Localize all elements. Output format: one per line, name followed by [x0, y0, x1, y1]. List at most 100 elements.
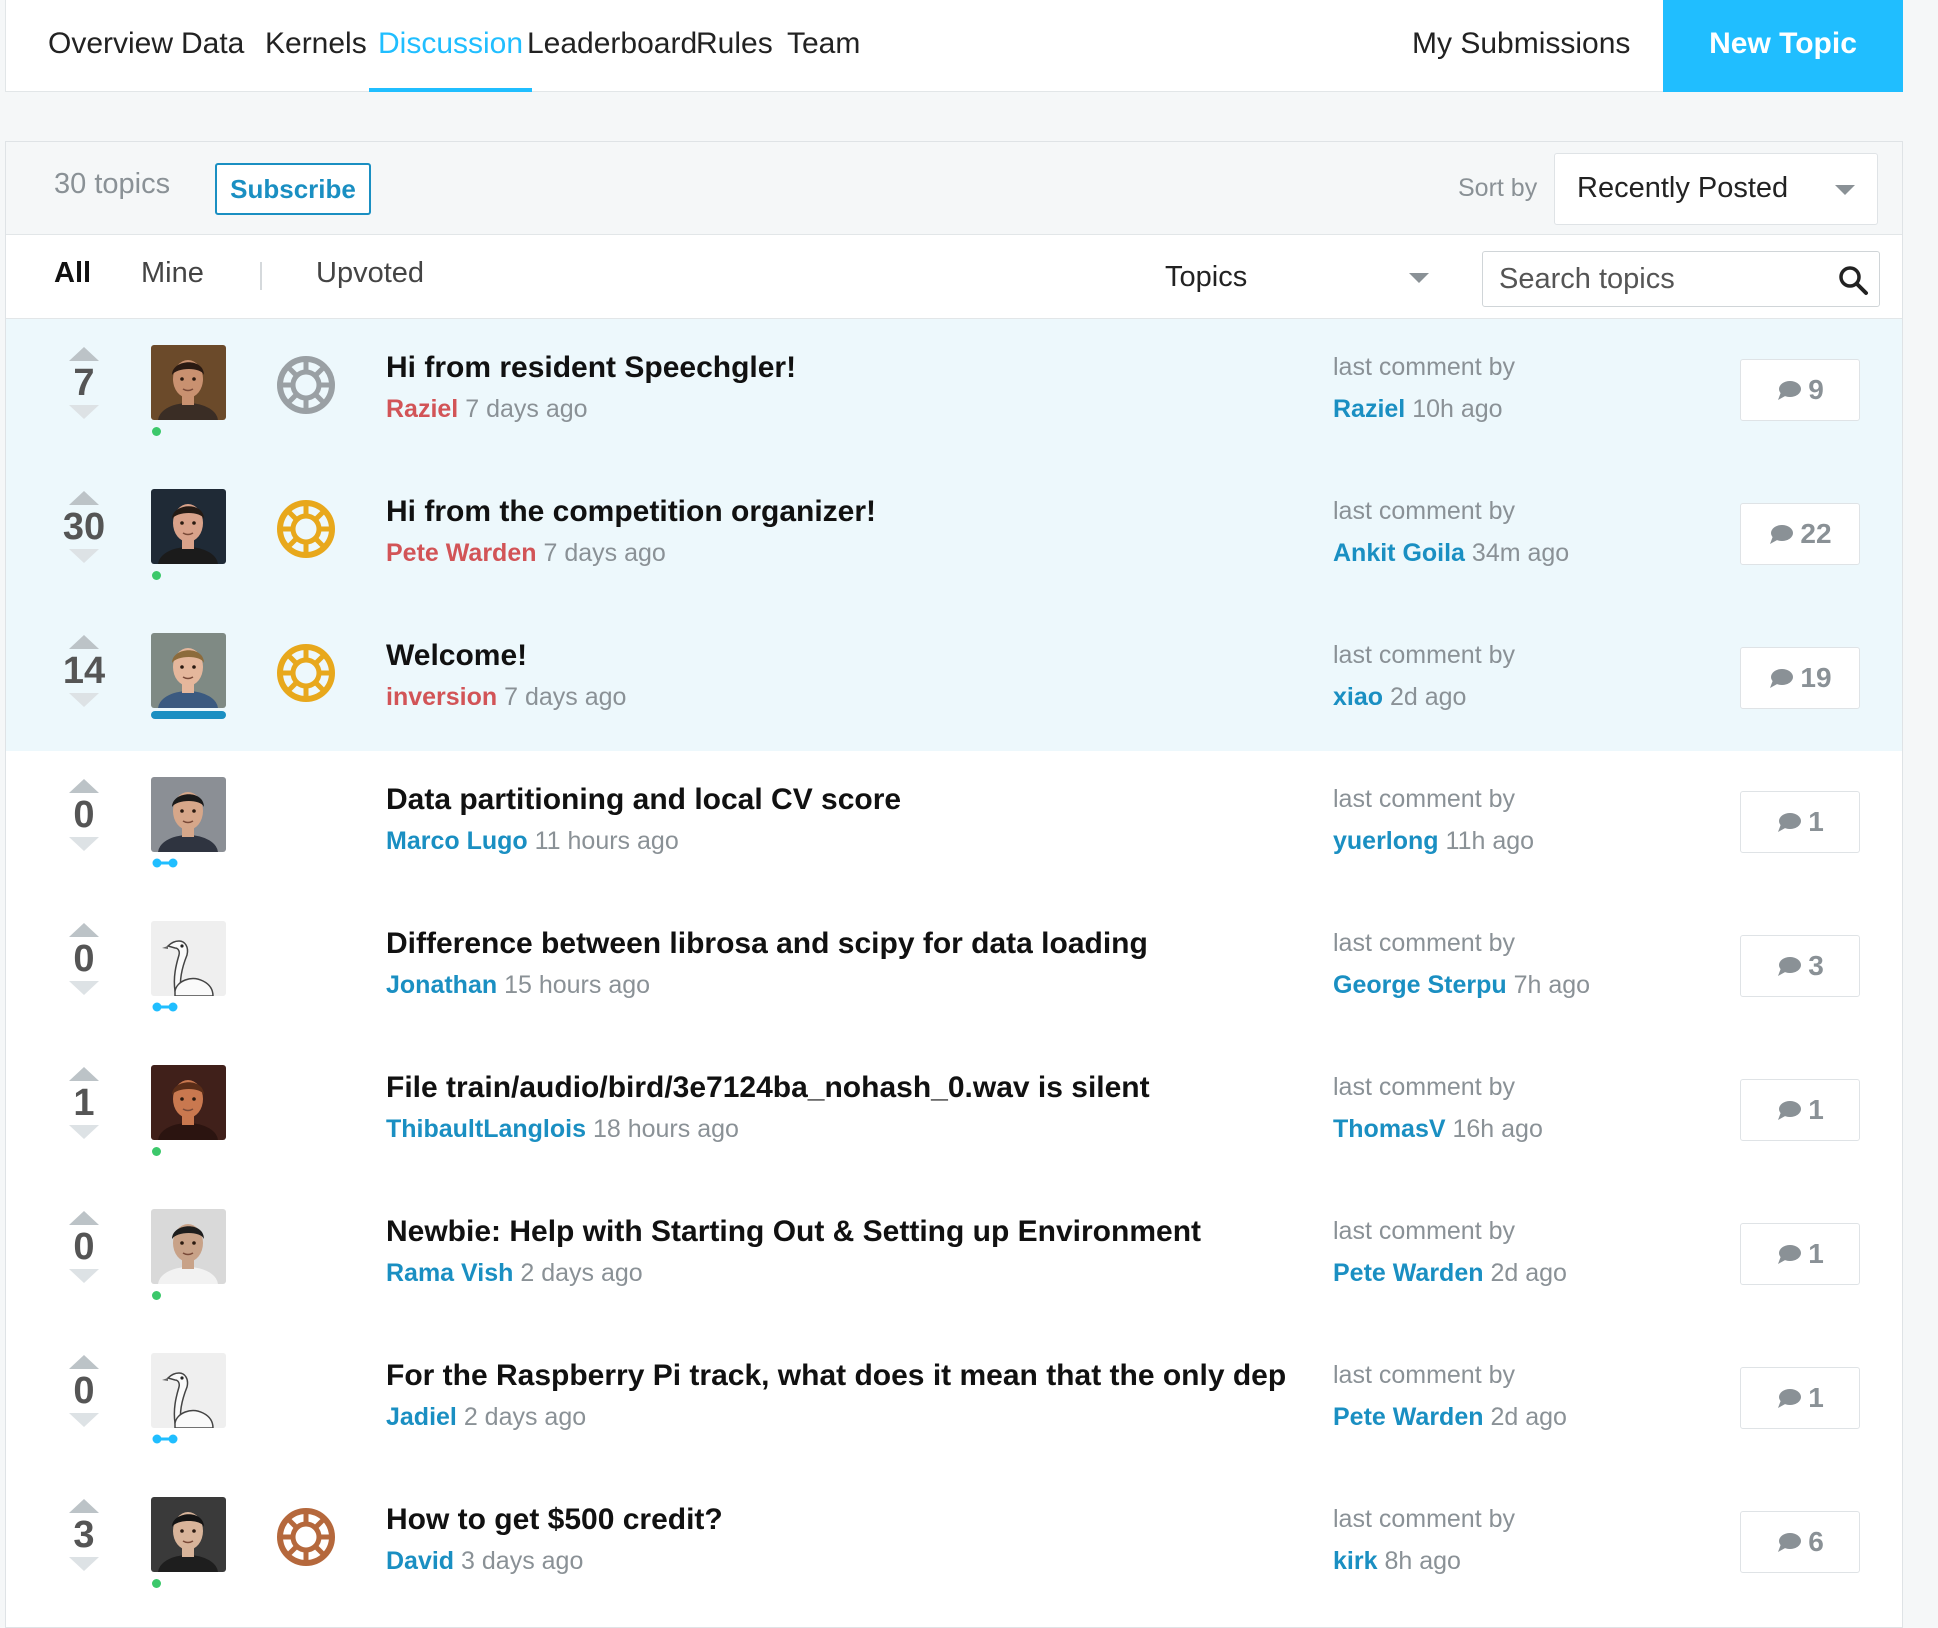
last-comment-time: 8h ago — [1384, 1547, 1461, 1575]
vote-widget: 0 — [50, 923, 118, 995]
upvote-icon[interactable] — [69, 1355, 99, 1369]
upvote-icon[interactable] — [69, 635, 99, 649]
last-commenter-link[interactable]: yuerlong — [1333, 827, 1439, 855]
upvote-icon[interactable] — [69, 779, 99, 793]
sort-dropdown-value: Recently Posted — [1577, 172, 1789, 204]
author-link[interactable]: Rama Vish — [386, 1259, 513, 1287]
upvote-icon[interactable] — [69, 1211, 99, 1225]
topic-title[interactable]: Hi from resident Speechgler! — [386, 351, 796, 385]
upvote-icon[interactable] — [69, 491, 99, 505]
author-link[interactable]: inversion — [386, 683, 497, 711]
comment-count-button[interactable]: 6 — [1740, 1511, 1860, 1573]
discussion-panel: 30 topics Subscribe Sort by Recently Pos… — [5, 141, 1903, 1628]
topic-list: 7 Hi from resident Speechgler! Raziel 7 … — [6, 319, 1902, 1621]
last-comment-label: last comment by — [1333, 1361, 1516, 1389]
upvote-icon[interactable] — [69, 923, 99, 937]
avatar[interactable] — [151, 921, 226, 996]
tab-rules[interactable]: Rules — [696, 0, 773, 92]
vote-widget: 14 — [50, 635, 118, 707]
downvote-icon[interactable] — [69, 693, 99, 707]
avatar[interactable] — [151, 1065, 226, 1140]
upvote-icon[interactable] — [69, 1067, 99, 1081]
sort-dropdown[interactable]: Recently Posted — [1554, 153, 1878, 225]
comment-count-button[interactable]: 9 — [1740, 359, 1860, 421]
avatar[interactable] — [151, 1497, 226, 1572]
posted-time: 7 days ago — [504, 683, 627, 711]
last-commenter-link[interactable]: Ankit Goila — [1333, 539, 1465, 567]
comment-count-button[interactable]: 1 — [1740, 1367, 1860, 1429]
author-link[interactable]: Raziel — [386, 395, 458, 423]
topic-title[interactable]: Hi from the competition organizer! — [386, 495, 876, 529]
avatar[interactable] — [151, 633, 226, 708]
upvote-icon[interactable] — [69, 347, 99, 361]
downvote-icon[interactable] — [69, 1413, 99, 1427]
last-comment-meta: ThomasV 16h ago — [1333, 1115, 1543, 1144]
my-submissions-link[interactable]: My Submissions — [1412, 0, 1630, 92]
vote-count: 14 — [62, 650, 106, 692]
topic-title[interactable]: File train/audio/bird/3e7124ba_nohash_0.… — [386, 1071, 1150, 1105]
downvote-icon[interactable] — [69, 1269, 99, 1283]
posted-time: 11 hours ago — [534, 827, 679, 855]
downvote-icon[interactable] — [69, 405, 99, 419]
last-commenter-link[interactable]: kirk — [1333, 1547, 1377, 1575]
last-commenter-link[interactable]: xiao — [1333, 683, 1383, 711]
vote-widget: 30 — [50, 491, 118, 563]
vote-count: 0 — [73, 938, 95, 980]
search-icon[interactable] — [1837, 264, 1869, 296]
author-link[interactable]: Marco Lugo — [386, 827, 528, 855]
downvote-icon[interactable] — [69, 837, 99, 851]
comment-bubble-icon — [1778, 1389, 1802, 1408]
topic-title[interactable]: For the Raspberry Pi track, what does it… — [386, 1359, 1286, 1393]
author-link[interactable]: Jadiel — [386, 1403, 457, 1431]
avatar[interactable] — [151, 1209, 226, 1284]
comment-count-button[interactable]: 1 — [1740, 791, 1860, 853]
tab-discussion[interactable]: Discussion — [368, 0, 533, 92]
author-link[interactable]: ThibaultLanglois — [386, 1115, 586, 1143]
topic-meta: Raziel 7 days ago — [386, 395, 588, 424]
downvote-icon[interactable] — [69, 549, 99, 563]
comment-count-button[interactable]: 19 — [1740, 647, 1860, 709]
topic-row: 14 Welcome! inversion 7 days ago last co… — [6, 607, 1902, 751]
last-commenter-link[interactable]: Pete Warden — [1333, 1403, 1484, 1431]
downvote-icon[interactable] — [69, 1125, 99, 1139]
comment-count-button[interactable]: 1 — [1740, 1079, 1860, 1141]
comment-count-button[interactable]: 1 — [1740, 1223, 1860, 1285]
last-commenter-link[interactable]: Raziel — [1333, 395, 1405, 423]
downvote-icon[interactable] — [69, 981, 99, 995]
avatar[interactable] — [151, 345, 226, 420]
tab-data[interactable]: Data — [181, 0, 244, 92]
last-commenter-link[interactable]: Pete Warden — [1333, 1259, 1484, 1287]
topic-title[interactable]: Difference between librosa and scipy for… — [386, 927, 1148, 961]
author-link[interactable]: Pete Warden — [386, 539, 537, 567]
tab-leaderboard[interactable]: Leaderboard — [527, 0, 697, 92]
vote-count: 0 — [73, 1370, 95, 1412]
filter-upvoted[interactable]: Upvoted — [316, 257, 424, 290]
downvote-icon[interactable] — [69, 1557, 99, 1571]
tab-team[interactable]: Team — [787, 0, 860, 92]
tab-kernels[interactable]: Kernels — [265, 0, 367, 92]
comment-count-button[interactable]: 3 — [1740, 935, 1860, 997]
topic-title[interactable]: Newbie: Help with Starting Out & Setting… — [386, 1215, 1201, 1249]
topics-dropdown[interactable]: Topics — [1161, 249, 1441, 305]
avatar[interactable] — [151, 777, 226, 852]
tab-overview[interactable]: Overview — [48, 0, 173, 92]
comment-count: 3 — [1808, 950, 1824, 981]
last-commenter-link[interactable]: ThomasV — [1333, 1115, 1446, 1143]
new-topic-button[interactable]: New Topic — [1663, 0, 1903, 92]
topic-title[interactable]: How to get $500 credit? — [386, 1503, 723, 1537]
last-commenter-link[interactable]: George Sterpu — [1333, 971, 1507, 999]
author-link[interactable]: David — [386, 1547, 454, 1575]
upvote-icon[interactable] — [69, 1499, 99, 1513]
topic-title[interactable]: Data partitioning and local CV score — [386, 783, 901, 817]
avatar[interactable] — [151, 1353, 226, 1428]
subscribe-button[interactable]: Subscribe — [215, 163, 371, 215]
topic-title[interactable]: Welcome! — [386, 639, 527, 673]
vote-count: 0 — [73, 794, 95, 836]
comment-count: 1 — [1808, 1238, 1824, 1269]
author-link[interactable]: Jonathan — [386, 971, 497, 999]
filter-all[interactable]: All — [54, 257, 91, 290]
comment-count-button[interactable]: 22 — [1740, 503, 1860, 565]
avatar[interactable] — [151, 489, 226, 564]
search-input[interactable] — [1499, 260, 1829, 298]
filter-mine[interactable]: Mine — [141, 257, 204, 290]
